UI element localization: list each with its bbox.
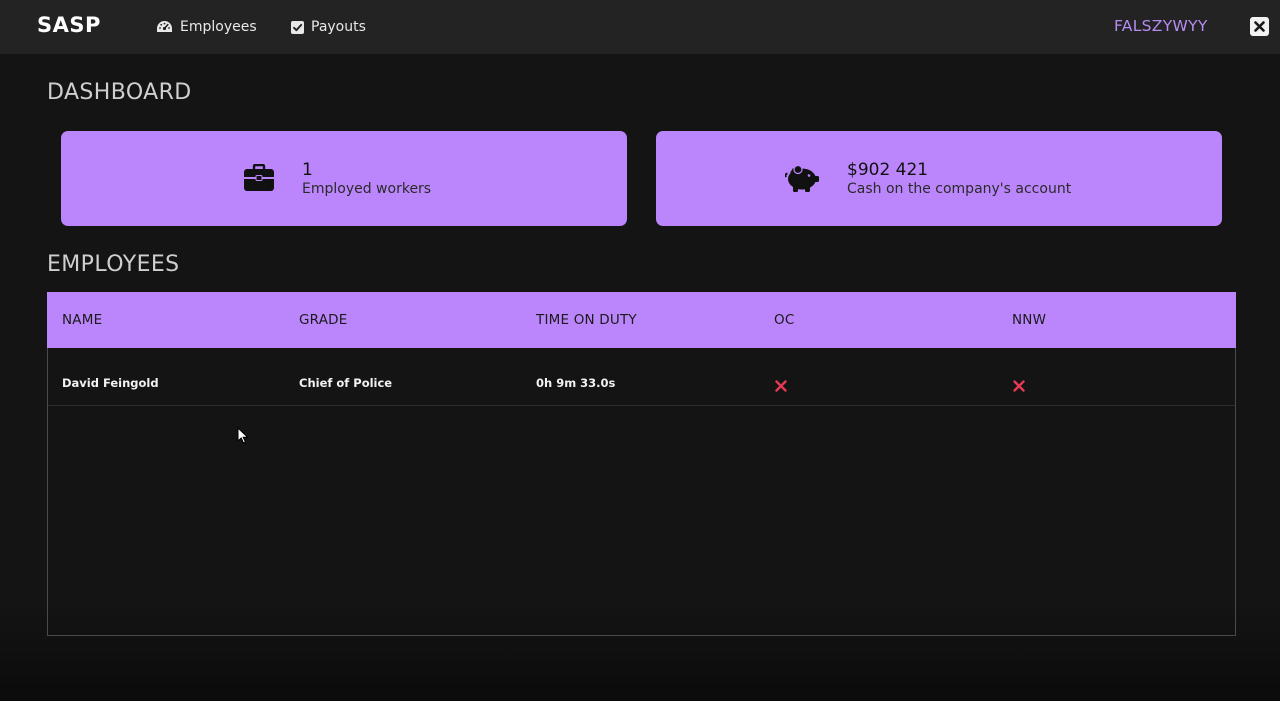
nav-payouts-label: Payouts (311, 19, 366, 35)
employees-table: NAME GRADE TIME ON DUTY OC NNW David Fei… (47, 292, 1236, 636)
employed-workers-label: Employed workers (302, 181, 432, 197)
company-cash-label: Cash on the company's account (847, 181, 1072, 197)
column-header-name: NAME (62, 312, 103, 328)
username[interactable]: FALSZYWYY (1114, 17, 1208, 35)
table-row[interactable]: David Feingold Chief of Police 0h 9m 33.… (48, 348, 1235, 406)
gauge-icon (156, 20, 173, 34)
employed-workers-count: 1 (302, 160, 313, 180)
employee-name: David Feingold (62, 376, 159, 390)
nnw-cross-icon (1013, 377, 1025, 396)
employee-grade: Chief of Police (299, 376, 393, 390)
piggy-bank-icon (784, 164, 821, 197)
checkbox-icon (291, 20, 304, 34)
column-header-oc: OC (774, 312, 795, 328)
close-icon (1254, 17, 1265, 36)
employee-time-on-duty: 0h 9m 33.0s (536, 376, 616, 390)
column-header-time-on-duty: TIME ON DUTY (536, 312, 637, 328)
nav-employees[interactable]: Employees (156, 17, 257, 37)
employed-workers-card: 1 Employed workers (61, 131, 627, 226)
nav-employees-label: Employees (180, 19, 257, 35)
app-window: SASP Employees Payouts FALSZYWYY DASHBOA… (0, 0, 1280, 701)
employees-title: EMPLOYEES (47, 252, 180, 277)
column-header-nnw: NNW (1012, 312, 1047, 328)
oc-cross-icon (775, 377, 787, 396)
brand-logo: SASP (37, 13, 101, 37)
dashboard-title: DASHBOARD (47, 80, 192, 105)
nav-payouts[interactable]: Payouts (291, 17, 366, 37)
column-header-grade: GRADE (299, 312, 348, 328)
table-header: NAME GRADE TIME ON DUTY OC NNW (47, 292, 1236, 348)
briefcase-icon (244, 163, 274, 195)
close-button[interactable] (1250, 17, 1269, 36)
company-cash-amount: $902 421 (847, 160, 929, 180)
mouse-cursor-icon (237, 426, 249, 448)
company-cash-card: $902 421 Cash on the company's account (656, 131, 1222, 226)
top-bar: SASP Employees Payouts FALSZYWYY (0, 0, 1280, 54)
